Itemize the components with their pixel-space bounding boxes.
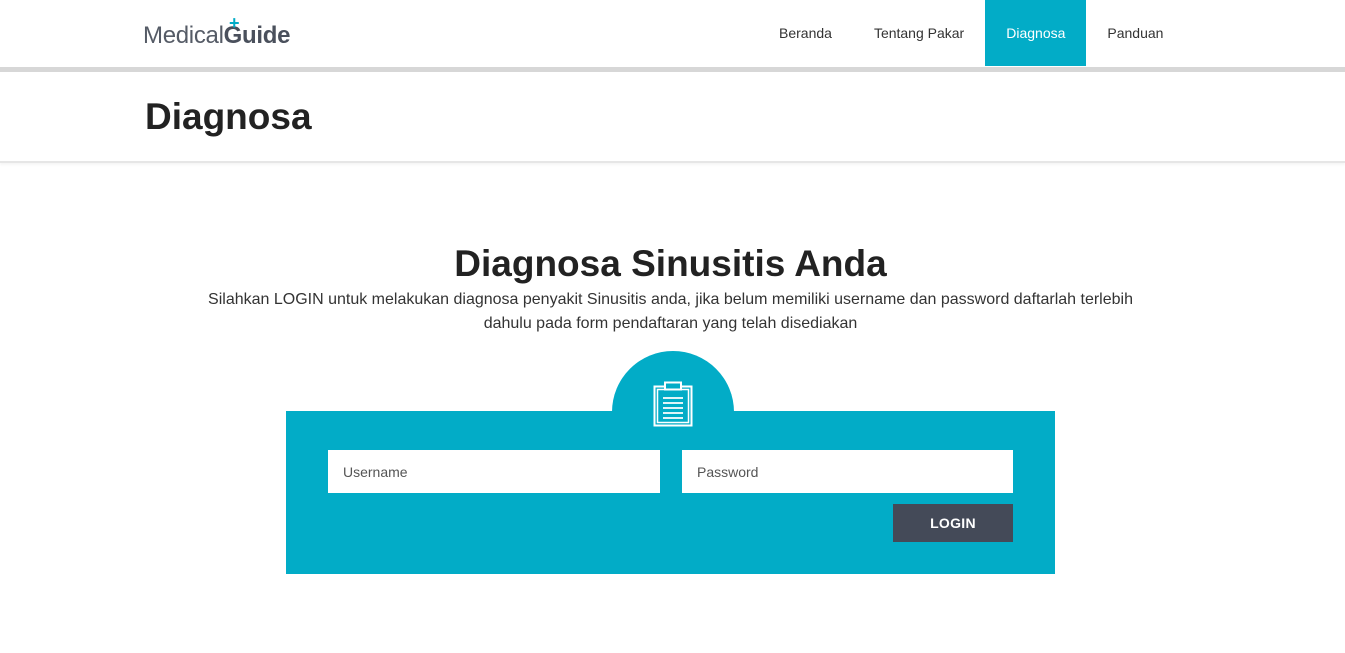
top-navbar: MedicalGuide + Beranda Tentang Pakar Dia… — [0, 0, 1345, 68]
login-button[interactable]: LOGIN — [893, 504, 1013, 542]
heading-light-text: Diagnosa — [454, 243, 632, 284]
page-title-bar: Diagnosa — [0, 72, 1345, 163]
password-input[interactable] — [682, 450, 1013, 493]
nav-item-diagnosa[interactable]: Diagnosa — [985, 0, 1087, 66]
username-input[interactable] — [328, 450, 660, 493]
clipboard-icon — [653, 381, 693, 427]
instructions-line-1: Silahkan LOGIN untuk melakukan diagnosa … — [208, 291, 1133, 308]
logo-plus-icon: + — [229, 13, 240, 33]
logo-text-medical: Medical — [143, 22, 224, 49]
nav-item-panduan[interactable]: Panduan — [1086, 0, 1184, 66]
page-title: Diagnosa — [145, 96, 312, 137]
instructions-line-2: dahulu pada form pendaftaran yang telah … — [483, 315, 858, 332]
heading-bold-text: Sinusitis Anda — [631, 243, 887, 284]
nav-item-beranda[interactable]: Beranda — [758, 0, 853, 66]
main-nav: Beranda Tentang Pakar Diagnosa Panduan — [758, 0, 1184, 66]
nav-item-tentang-pakar[interactable]: Tentang Pakar — [853, 0, 985, 66]
site-logo[interactable]: MedicalGuide + — [143, 14, 290, 52]
login-instructions: Silahkan LOGIN untuk melakukan diagnosa … — [140, 288, 1201, 336]
diagnosa-heading: Diagnosa Sinusitis Anda — [0, 243, 1341, 285]
